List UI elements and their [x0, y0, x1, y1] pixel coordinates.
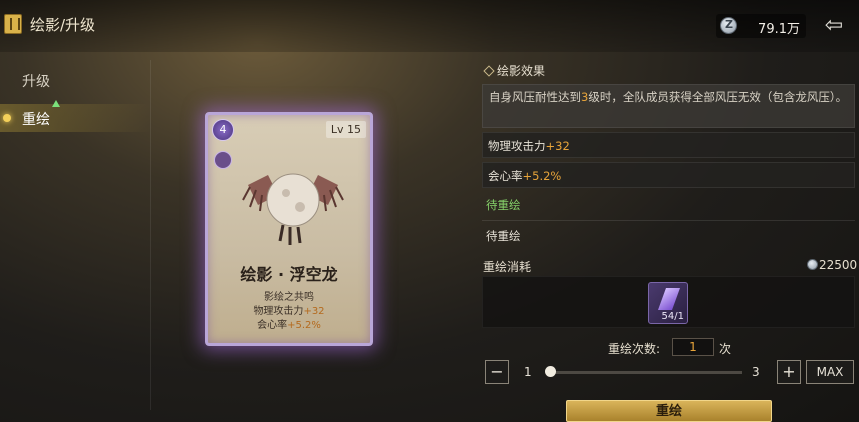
- coin-icon: [807, 259, 818, 270]
- increase-button[interactable]: +: [777, 360, 801, 384]
- item-count: 54/1: [661, 311, 684, 322]
- card-resonance: 影绘之共鸣: [264, 292, 314, 303]
- card-name: 绘影 · 浮空龙: [240, 265, 338, 284]
- pending-redraw-label: 待重绘: [486, 198, 521, 212]
- card-stat-1: 物理攻击力+32: [253, 306, 325, 317]
- card-description: 影绘之共鸣 物理攻击力+32 会心率+5.2%: [208, 291, 370, 333]
- cost-title: 重绘消耗: [483, 260, 532, 274]
- max-button[interactable]: MAX: [806, 360, 854, 384]
- book-icon: [4, 14, 22, 34]
- currency-display: 79.1万: [716, 14, 806, 38]
- element-icon: [214, 151, 232, 169]
- currency-value: 79.1万: [758, 22, 800, 37]
- crystal-item-slot[interactable]: 54/1: [648, 282, 688, 324]
- sidebar-item-label: 重绘: [22, 112, 50, 128]
- diamond-icon: [483, 65, 495, 77]
- effect-section-title: 绘影效果: [483, 62, 545, 79]
- sidebar-item-upgrade[interactable]: 升级: [0, 66, 150, 94]
- redraw-button[interactable]: 重绘: [566, 400, 772, 422]
- decrease-button[interactable]: −: [485, 360, 509, 384]
- slider-min: 1: [524, 365, 532, 379]
- card-stat-2: 会心率+5.2%: [257, 320, 321, 331]
- upgrade-arrow-icon: [52, 100, 60, 107]
- stat-row: 会心率+5.2%: [482, 162, 855, 188]
- rank-badge: [212, 119, 234, 141]
- crystal-icon: [657, 288, 681, 310]
- cost-amount: 22500: [807, 258, 857, 272]
- sidebar-divider: [150, 60, 151, 410]
- slider-max: 3: [752, 365, 760, 379]
- pending-redraw-label: 待重绘: [486, 229, 521, 243]
- selected-dot-icon: [3, 114, 11, 122]
- sidebar-item-label: 升级: [22, 74, 50, 90]
- page-title: 绘影/升级: [30, 16, 96, 34]
- count-slider-thumb[interactable]: [545, 366, 556, 377]
- sidebar-item-redraw[interactable]: 重绘: [0, 100, 150, 132]
- back-arrow-icon[interactable]: ⇦: [820, 14, 848, 38]
- picture-card: Lv 15 绘影 · 浮空龙 影绘之共鸣 物理攻击力+32 会心率+5.2%: [205, 112, 373, 346]
- redraw-count-unit: 次: [719, 342, 732, 356]
- divider: [482, 220, 855, 221]
- coin-icon: [720, 17, 737, 34]
- redraw-count-label: 重绘次数:: [608, 342, 661, 356]
- redraw-count-input[interactable]: 1: [672, 338, 714, 356]
- top-bar: 绘影/升级 79.1万 ⇦: [0, 0, 859, 52]
- count-slider-track[interactable]: [548, 371, 742, 374]
- stat-row: 物理攻击力+32: [482, 132, 855, 158]
- effect-description: 自身风压耐性达到3级时，全队成员获得全部风压无效（包含龙风压）。: [482, 84, 855, 128]
- card-level: Lv 15: [325, 121, 366, 138]
- cost-items: 54/1: [482, 276, 855, 328]
- flying-dragon-creature-art: [242, 173, 344, 245]
